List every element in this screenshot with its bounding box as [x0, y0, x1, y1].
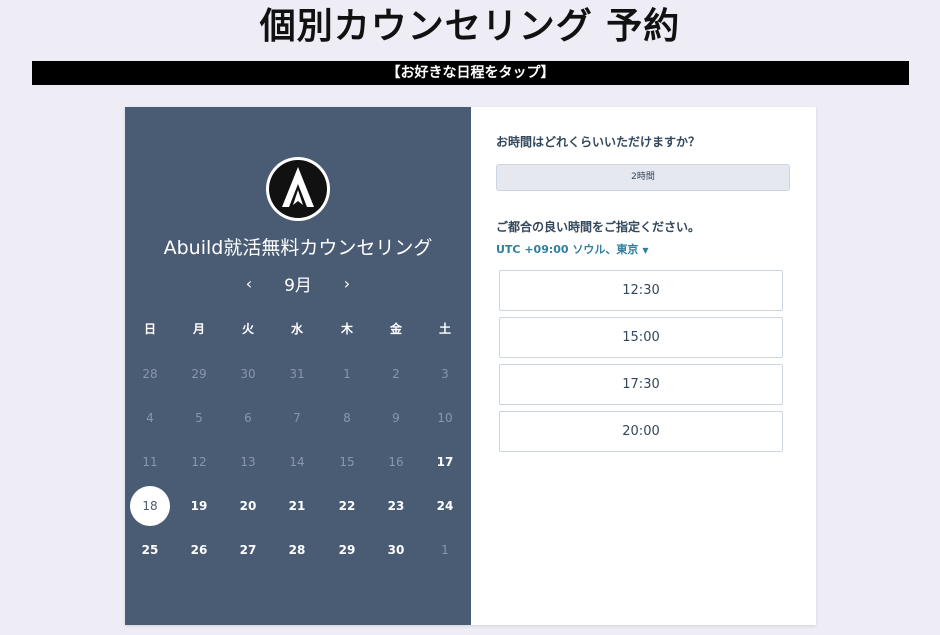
booking-panel: お時間はどれくらいいただけますか？ 2時間 ご都合の良い時間をご指定ください。 …	[471, 107, 816, 625]
time-slot-button[interactable]: 17:30	[499, 364, 783, 405]
calendar-day: 16	[388, 455, 404, 469]
calendar-day-button[interactable]: 23	[376, 486, 416, 526]
calendar-day: 2	[392, 367, 400, 381]
calendar-day: 14	[289, 455, 305, 469]
caret-down-icon: ▼	[642, 246, 649, 255]
calendar-day: 30	[240, 367, 256, 381]
calendar-day: 3	[441, 367, 449, 381]
calendar-day: 8	[343, 411, 351, 425]
calendar-day: 4	[146, 411, 154, 425]
calendar-day-button[interactable]: 25	[130, 530, 170, 570]
calendar-day: 9	[392, 411, 400, 425]
calendar-day-button[interactable]: 19	[179, 486, 219, 526]
calendar-day-button[interactable]: 29	[327, 530, 367, 570]
calendar-day: 28	[142, 367, 158, 381]
calendar-day-button[interactable]: 18	[130, 486, 170, 526]
calendar-day: 6	[244, 411, 252, 425]
calendar-day: 13	[240, 455, 256, 469]
calendar-day: 31	[289, 367, 305, 381]
calendar-day: 7	[293, 411, 301, 425]
duration-question: お時間はどれくらいいただけますか？	[496, 135, 701, 149]
calendar-day-button[interactable]: 24	[425, 486, 465, 526]
page-title: 個別カウンセリング 予約	[259, 6, 681, 47]
duration-button[interactable]: 2時間	[496, 164, 790, 191]
calendar-day-button[interactable]: 28	[277, 530, 317, 570]
calendar-day-button[interactable]: 26	[179, 530, 219, 570]
booking-widget: Abuild就活無料カウンセリング ‹ 9月 › 日 月 火 水 木 金 土 2…	[125, 107, 816, 625]
instruction-banner: 【お好きな日程をタップ】	[32, 61, 909, 85]
calendar-day: 12	[191, 455, 207, 469]
time-question: ご都合の良い時間をご指定ください。	[496, 220, 701, 234]
calendar-day: 5	[195, 411, 203, 425]
calendar-day-button[interactable]: 30	[376, 530, 416, 570]
calendar-day: 11	[142, 455, 158, 469]
calendar-day-button[interactable]: 20	[228, 486, 268, 526]
calendar-grid: 28 29 30 31 1 2 3 4 5 6 7 8 9 10 11 12 13 14 15 16 17 18 19 20 2…	[125, 107, 471, 625]
time-slot-button[interactable]: 15:00	[499, 317, 783, 358]
calendar-day: 1	[441, 543, 449, 557]
calendar-panel: Abuild就活無料カウンセリング ‹ 9月 › 日 月 火 水 木 金 土 2…	[125, 107, 471, 625]
calendar-day-button[interactable]: 22	[327, 486, 367, 526]
time-slot-button[interactable]: 12:30	[499, 270, 783, 311]
calendar-day: 10	[437, 411, 453, 425]
calendar-day-button[interactable]: 21	[277, 486, 317, 526]
calendar-day: 29	[191, 367, 207, 381]
time-slot-button[interactable]: 20:00	[499, 411, 783, 452]
calendar-day-button[interactable]: 27	[228, 530, 268, 570]
calendar-day: 1	[343, 367, 351, 381]
timezone-label: UTC +09:00 ソウル、東京	[496, 243, 639, 256]
calendar-day-button[interactable]: 17	[425, 442, 465, 482]
calendar-day: 15	[339, 455, 355, 469]
timezone-selector[interactable]: UTC +09:00 ソウル、東京 ▼	[496, 241, 649, 257]
